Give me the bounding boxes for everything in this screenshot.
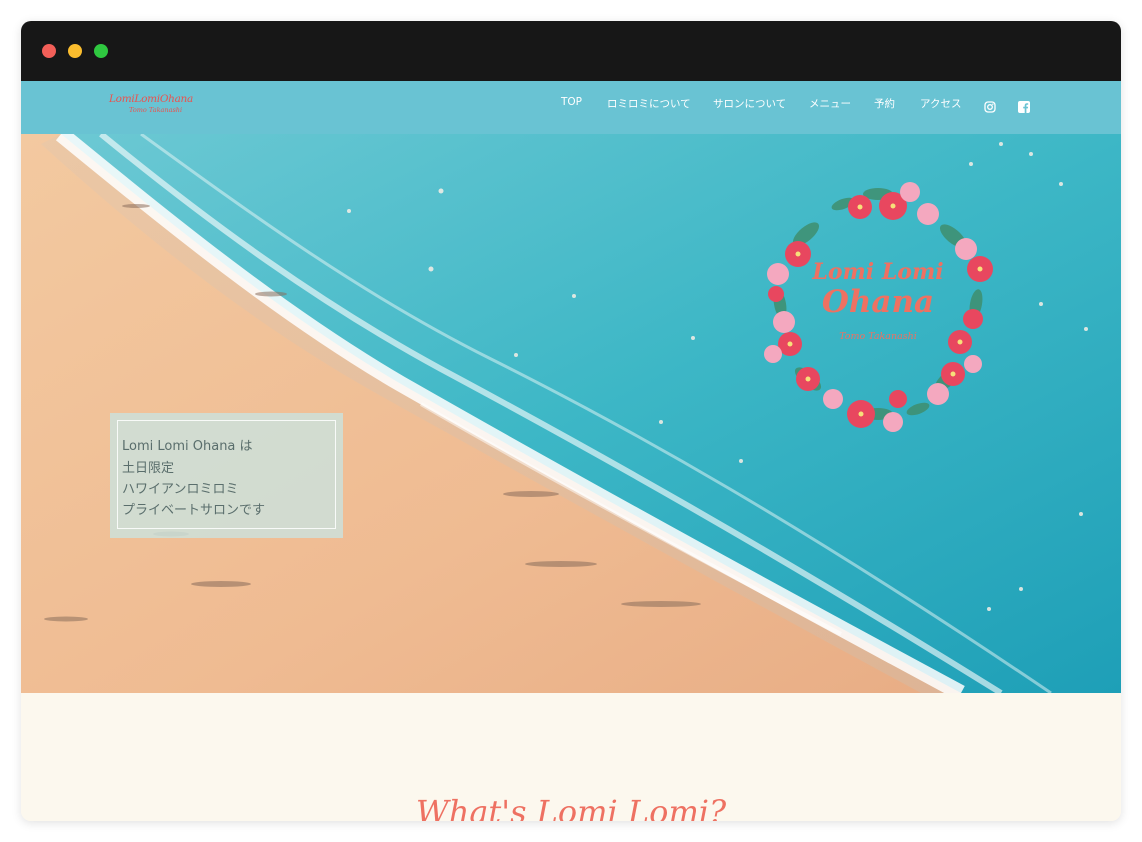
wreath-title-line1: Lomi Lomi [812, 259, 944, 285]
nav-item-menu[interactable]: メニュー [809, 96, 851, 111]
close-window-button[interactable] [42, 44, 56, 58]
nav-item-reservation[interactable]: 予約 [874, 96, 895, 111]
instagram-icon[interactable] [984, 98, 996, 113]
wreath-subtitle: Tomo Takanashi [839, 331, 917, 342]
nav-item-top[interactable]: TOP [561, 96, 582, 108]
section-title: What's Lomi Lomi? [415, 793, 727, 821]
caption-line: ハワイアンロミロミ [122, 482, 239, 497]
hero-caption-box: Lomi Lomi Ohana は 土日限定 ハワイアンロミロミ プライベートサ… [110, 413, 343, 538]
site-header: LomiLomiOhana Tomo Takanashi TOP ロミロミについ… [21, 81, 1121, 134]
nav-item-about-lomilomi[interactable]: ロミロミについて [607, 96, 691, 111]
nav-item-about-salon[interactable]: サロンについて [713, 96, 786, 111]
caption-line: Lomi Lomi Ohana は [122, 439, 253, 454]
about-lomilomi-section: What's Lomi Lomi? [21, 693, 1121, 821]
facebook-icon[interactable] [1018, 98, 1030, 113]
window-titlebar [21, 21, 1121, 81]
caption-line: 土日限定 [122, 461, 175, 476]
minimize-window-button[interactable] [68, 44, 82, 58]
hibiscus-wreath-logo: Lomi Lomi Ohana Tomo Takanashi [748, 174, 1008, 434]
hero-section: Lomi Lomi Ohana は 土日限定 ハワイアンロミロミ プライベートサ… [21, 134, 1121, 693]
site-logo[interactable]: LomiLomiOhana Tomo Takanashi [109, 93, 193, 119]
wreath-title-line2: Ohana [821, 284, 935, 320]
browser-window: LomiLomiOhana Tomo Takanashi TOP ロミロミについ… [21, 21, 1121, 821]
nav-item-access[interactable]: アクセス [920, 96, 961, 111]
caption-line: プライベートサロンです [122, 503, 266, 518]
logo-subtitle: Tomo Takanashi [129, 106, 183, 114]
maximize-window-button[interactable] [94, 44, 108, 58]
logo-title: LomiLomiOhana [109, 93, 193, 105]
